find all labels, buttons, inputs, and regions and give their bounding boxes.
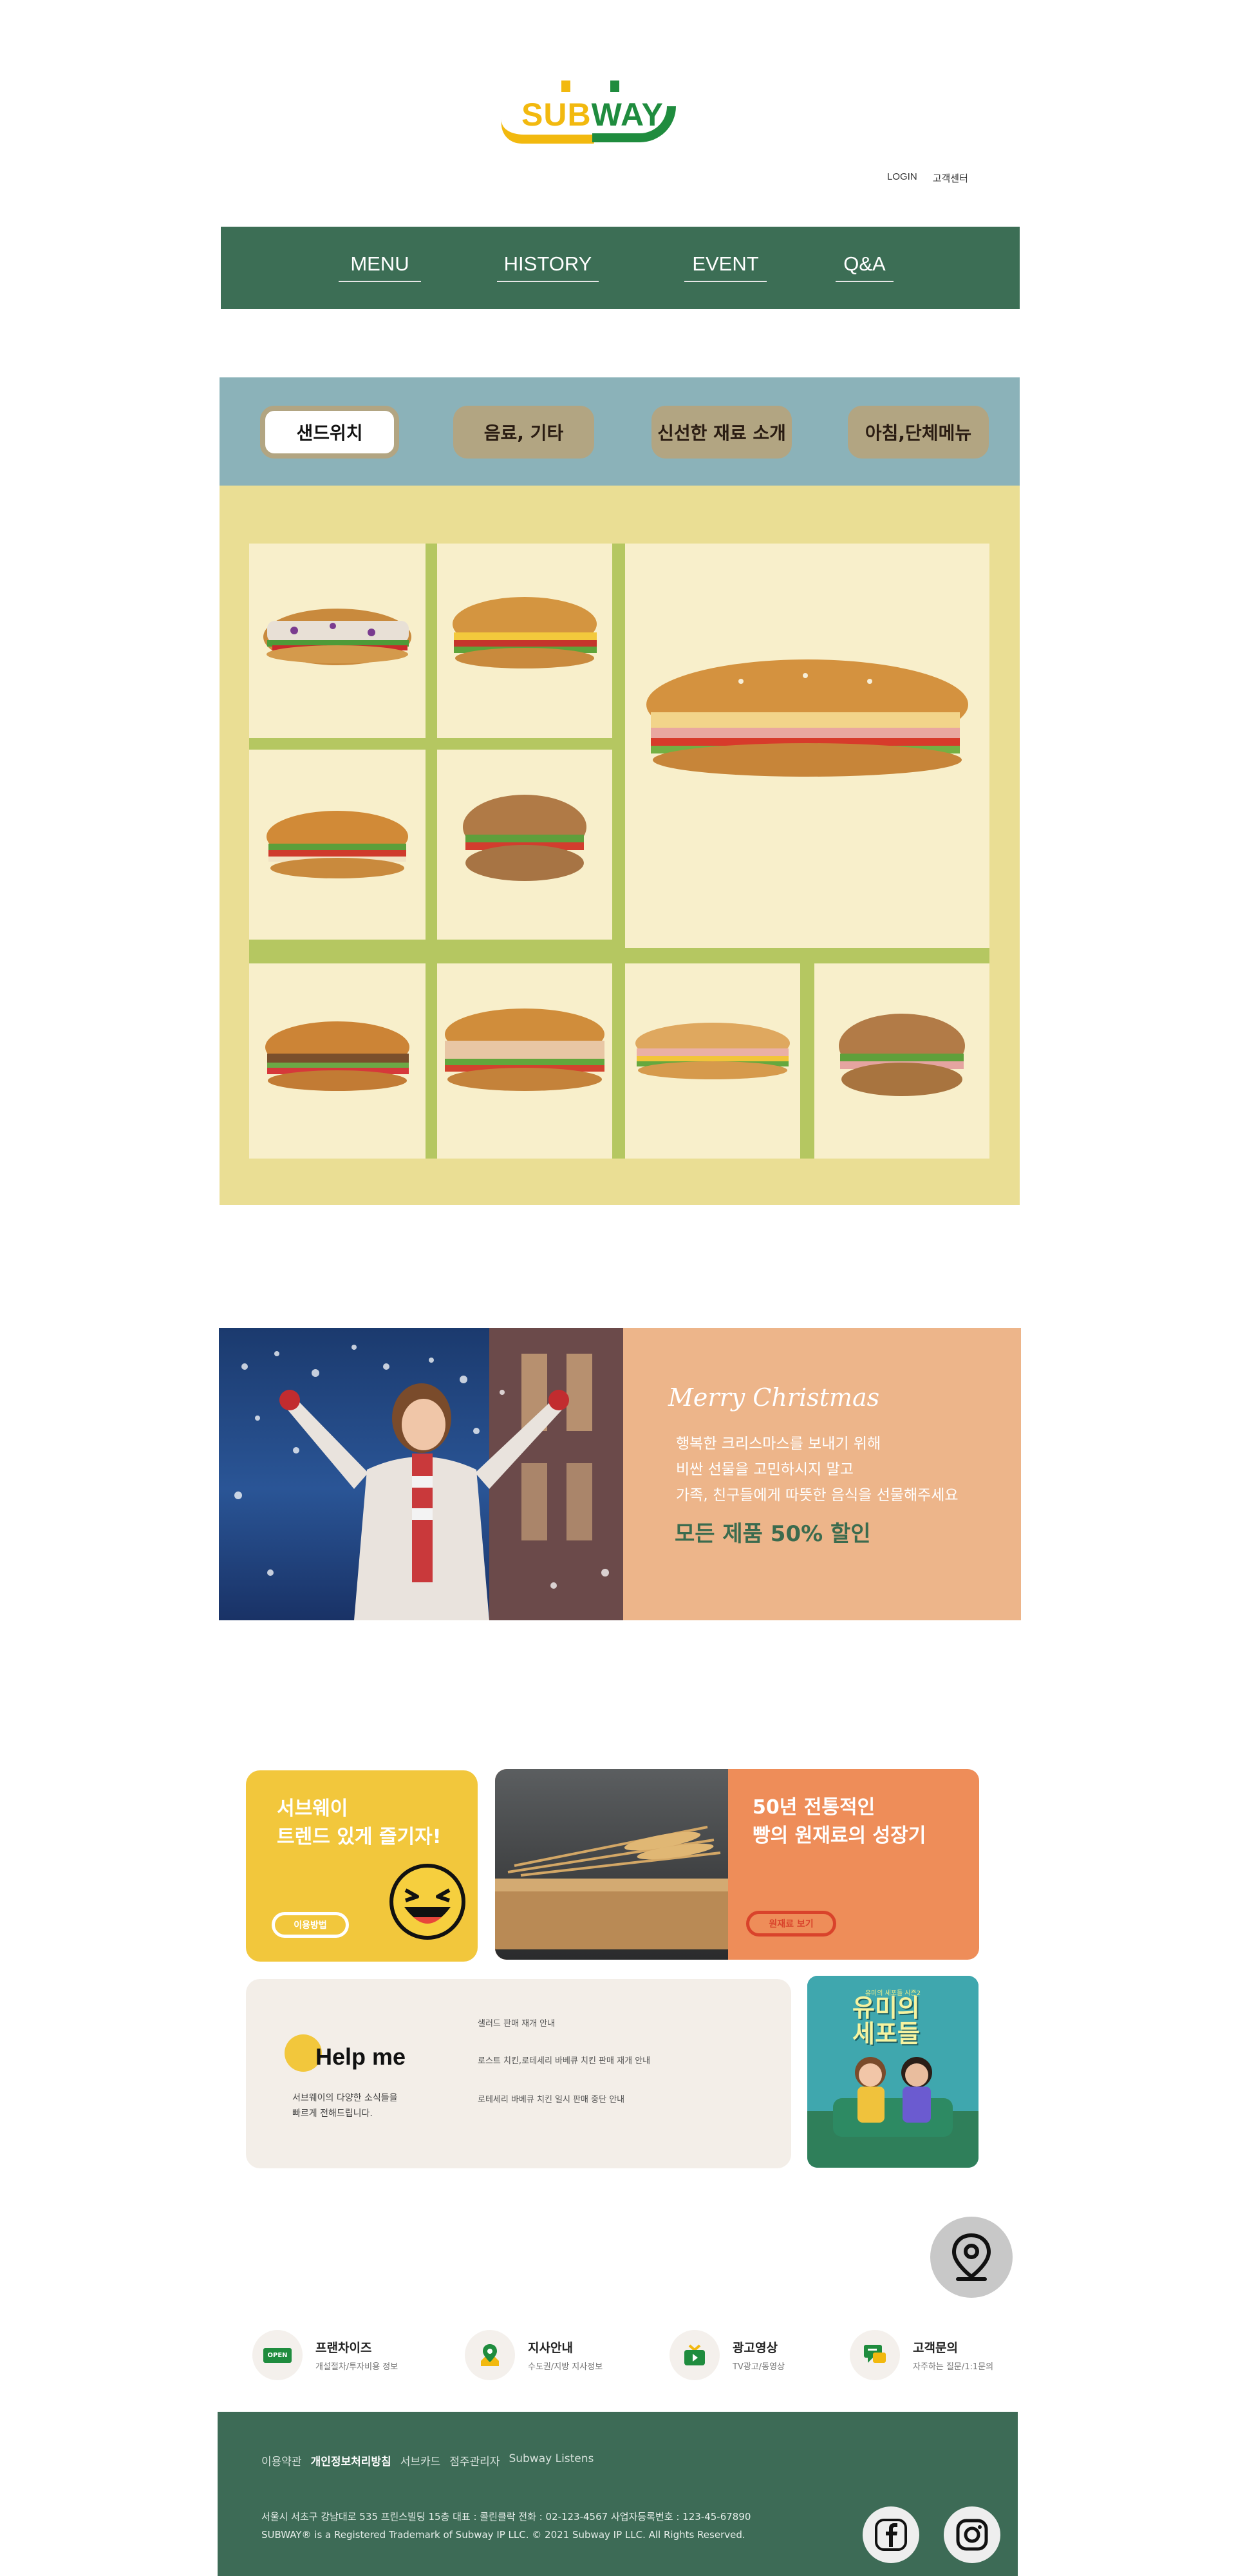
view-ingredients-button[interactable]: 원재료 보기 <box>746 1911 836 1937</box>
service-sub: 수도권/지방 지사정보 <box>528 2362 603 2372</box>
logo-dot-yellow <box>561 80 570 92</box>
promo-line: 비싼 선물을 고민하시지 말고 <box>676 1461 854 1478</box>
footer-link-listens[interactable]: Subway Listens <box>509 2452 594 2468</box>
service-title: 고객문의 <box>913 2341 958 2355</box>
nav-history[interactable]: HISTORY <box>497 252 599 282</box>
sandwich-image <box>265 1021 409 1091</box>
drama-poster[interactable]: 유미의 세포들 시즌2 유미의 세포들 <box>807 1976 979 2168</box>
chat-icon <box>850 2330 900 2380</box>
footer-link-terms[interactable]: 이용약관 <box>261 2452 302 2468</box>
service-sub: 개설절차/투자비용 정보 <box>315 2362 398 2372</box>
help-title: Help me <box>315 2043 406 2070</box>
sandwich-item[interactable] <box>437 963 612 1159</box>
main-nav: MENU HISTORY EVENT Q&A <box>221 227 1020 309</box>
how-to-use-button[interactable]: 이용방법 <box>272 1912 349 1938</box>
sandwich-image <box>646 659 968 777</box>
nav-qna[interactable]: Q&A <box>836 252 894 282</box>
trend-card[interactable]: 서브웨이 트렌드 있게 즐기자! 이용방법 <box>246 1770 478 1962</box>
notice-item[interactable]: 로테세리 바베큐 치킨 일시 판매 중단 안내 <box>478 2092 624 2105</box>
tab-breakfast-group[interactable]: 아침,단체메뉴 <box>848 406 989 459</box>
sandwich-item[interactable] <box>249 750 426 940</box>
service-title: 광고영상 <box>733 2341 778 2355</box>
instagram-icon <box>956 2519 988 2551</box>
footer-address: 서울시 서초구 강남대로 535 프린스빌딩 15층 대표 : 콜린클락 전화 … <box>261 2511 751 2523</box>
help-desc: 빠르게 전해드립니다. <box>292 2108 373 2119</box>
service-inquiry[interactable]: 고객문의 자주하는 질문/1:1문의 <box>850 2329 993 2381</box>
menu-tab-bar: 샌드위치 음료, 기타 신선한 재료 소개 아침,단체메뉴 <box>220 377 1020 486</box>
sandwich-grid <box>249 544 989 1159</box>
service-franchise[interactable]: OPEN 프랜차이즈 개설절차/투자비용 정보 <box>252 2329 398 2381</box>
menu-section: 샌드위치 음료, 기타 신선한 재료 소개 아침,단체메뉴 <box>220 377 1020 1205</box>
notice-item[interactable]: 샐러드 판매 재개 안내 <box>478 2016 555 2029</box>
facebook-button[interactable] <box>863 2506 919 2563</box>
sandwich-item[interactable] <box>625 963 800 1159</box>
sandwich-image <box>267 811 408 878</box>
sandwich-image <box>263 609 411 665</box>
map-pin-icon <box>465 2330 515 2380</box>
logo-dot-green <box>610 80 619 92</box>
bread-card-title: 50년 전통적인 빵의 원재료의 성장기 <box>753 1796 926 1847</box>
service-sub: TV광고/동영상 <box>733 2362 785 2372</box>
service-sub: 자주하는 질문/1:1문의 <box>913 2362 994 2372</box>
subway-logo[interactable]: SUBWAY <box>496 74 682 158</box>
sandwich-item[interactable] <box>437 544 612 738</box>
tab-ingredients[interactable]: 신선한 재료 소개 <box>651 406 792 459</box>
service-ads[interactable]: 광고영상 TV광고/동영상 <box>670 2329 785 2381</box>
login-link[interactable]: LOGIN <box>887 171 917 185</box>
laughing-face-icon <box>389 1864 465 1940</box>
sandwich-item[interactable] <box>249 544 426 738</box>
promo-line: 가족, 친구들에게 따뜻한 음식을 선물해주세요 <box>676 1487 959 1504</box>
store-locator-button[interactable] <box>930 2217 1013 2298</box>
top-links: LOGIN 고객센터 <box>887 171 968 185</box>
christmas-photo-image <box>234 1328 623 1620</box>
site-footer: 이용약관 개인정보처리방침 서브카드 점주관리자 Subway Listens … <box>218 2412 1018 2576</box>
service-branch[interactable]: 지사안내 수도권/지방 지사정보 <box>465 2329 603 2381</box>
sandwich-item[interactable] <box>249 963 426 1159</box>
logo-wordmark: SUBWAY <box>521 97 664 133</box>
help-desc: 서브웨이의 다양한 소식들을 <box>292 2093 398 2103</box>
promo-discount: 모든 제품 50% 할인 <box>675 1521 871 1547</box>
sandwich-image <box>445 1009 604 1091</box>
footer-link-subcard[interactable]: 서브카드 <box>400 2452 441 2468</box>
notice-item[interactable]: 로스트 치킨,로테세리 바베큐 치킨 판매 재개 안내 <box>478 2054 650 2066</box>
sandwich-image <box>839 1014 965 1096</box>
christmas-photo <box>219 1328 623 1620</box>
sandwich-item-featured[interactable] <box>625 544 989 948</box>
map-pin-icon <box>951 2233 991 2281</box>
footer-link-privacy[interactable]: 개인정보처리방침 <box>311 2452 391 2468</box>
footer-copyright: SUBWAY® is a Registered Trademark of Sub… <box>261 2529 745 2541</box>
tab-sandwich[interactable]: 샌드위치 <box>260 406 399 459</box>
sandwich-item[interactable] <box>814 963 989 1159</box>
nav-event[interactable]: EVENT <box>684 252 767 282</box>
bread-ingredients-card[interactable]: 50년 전통적인 빵의 원재료의 성장기 원재료 보기 <box>495 1769 979 1960</box>
christmas-text-panel: Merry Christmas 행복한 크리스마스를 보내기 위해 비싼 선물을… <box>623 1328 1021 1620</box>
promo-title: Merry Christmas <box>668 1383 880 1412</box>
poster-title: 유미의 세포들 <box>852 1994 920 2048</box>
help-me-card[interactable]: Help me 서브웨이의 다양한 소식들을 빠르게 전해드립니다. 샐러드 판… <box>246 1979 791 2168</box>
footer-links: 이용약관 개인정보처리방침 서브카드 점주관리자 Subway Listens <box>261 2452 594 2468</box>
instagram-button[interactable] <box>944 2506 1000 2563</box>
wheat-bread-image <box>495 1769 728 1960</box>
trend-card-title: 서브웨이 트렌드 있게 즐기자! <box>277 1797 442 1848</box>
open-sign-icon: OPEN <box>252 2330 303 2380</box>
customer-center-link[interactable]: 고객센터 <box>933 171 968 185</box>
nav-menu[interactable]: MENU <box>339 252 421 282</box>
service-title: 프랜차이즈 <box>315 2341 372 2355</box>
christmas-promo-banner[interactable]: Merry Christmas 행복한 크리스마스를 보내기 위해 비싼 선물을… <box>219 1328 1021 1620</box>
sandwich-item[interactable] <box>437 750 612 940</box>
sandwich-image <box>453 597 597 668</box>
footer-link-owner[interactable]: 점주관리자 <box>449 2452 500 2468</box>
service-title: 지사안내 <box>528 2341 573 2355</box>
tv-icon <box>670 2330 720 2380</box>
tab-drinks[interactable]: 음료, 기타 <box>453 406 594 459</box>
sandwich-image <box>635 1023 790 1079</box>
sandwich-image <box>463 795 586 881</box>
facebook-icon <box>875 2519 907 2551</box>
promo-line: 행복한 크리스마스를 보내기 위해 <box>676 1435 881 1452</box>
